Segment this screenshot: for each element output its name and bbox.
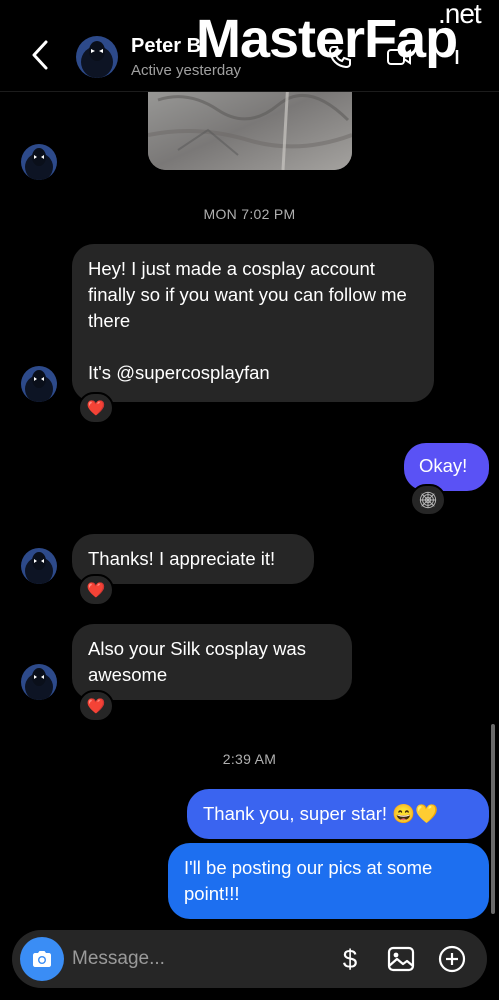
heart-reaction[interactable]: ❤️ xyxy=(78,392,114,424)
shared-photo[interactable] xyxy=(148,80,352,170)
sender-avatar[interactable] xyxy=(21,548,57,584)
incoming-message[interactable]: Thanks! I appreciate it! xyxy=(72,534,314,584)
watermark-suffix: .net xyxy=(438,0,482,29)
heart-reaction[interactable]: ❤️ xyxy=(78,690,114,722)
incoming-message[interactable]: Hey! I just made a cosplay account final… xyxy=(72,244,434,402)
timestamp-divider: 2:39 AM xyxy=(222,751,277,767)
web-reaction[interactable] xyxy=(410,484,446,516)
camera-icon xyxy=(33,951,51,967)
outgoing-message[interactable]: Okay! xyxy=(404,443,489,491)
watermark-main: MasterFap xyxy=(196,9,458,69)
payment-dollar-icon[interactable]: $ xyxy=(335,944,365,974)
outgoing-message[interactable]: Thank you, super star! 😄💛 xyxy=(187,789,489,839)
timestamp-divider: MON 7:02 PM xyxy=(203,206,296,222)
heart-reaction-emoji: ❤️ xyxy=(86,400,106,417)
scrollbar[interactable] xyxy=(491,724,495,914)
heart-reaction-emoji: ❤️ xyxy=(86,698,106,715)
contact-avatar[interactable] xyxy=(76,36,118,78)
camera-button[interactable] xyxy=(20,937,64,981)
heart-reaction[interactable]: ❤️ xyxy=(78,574,114,606)
contact-name[interactable]: Peter B xyxy=(131,35,201,58)
heart-reaction-emoji: ❤️ xyxy=(86,582,106,599)
incoming-message[interactable]: Also your Silk cosplay was awesome xyxy=(72,624,352,700)
chat-header: Peter B Active yesterday MasterFap .net xyxy=(0,0,499,92)
outgoing-message[interactable]: I'll be posting our pics at some point!!… xyxy=(168,843,489,919)
message-input[interactable] xyxy=(72,942,312,976)
back-arrow-icon[interactable] xyxy=(26,38,56,72)
sender-avatar[interactable] xyxy=(21,366,57,402)
add-plus-icon[interactable] xyxy=(437,944,467,974)
message-composer: $ xyxy=(12,930,487,988)
watermark-logo: MasterFap .net xyxy=(196,0,482,78)
sender-avatar[interactable] xyxy=(21,144,57,180)
spider-web-icon xyxy=(419,491,437,509)
gallery-icon[interactable] xyxy=(386,944,416,974)
sender-avatar[interactable] xyxy=(21,664,57,700)
